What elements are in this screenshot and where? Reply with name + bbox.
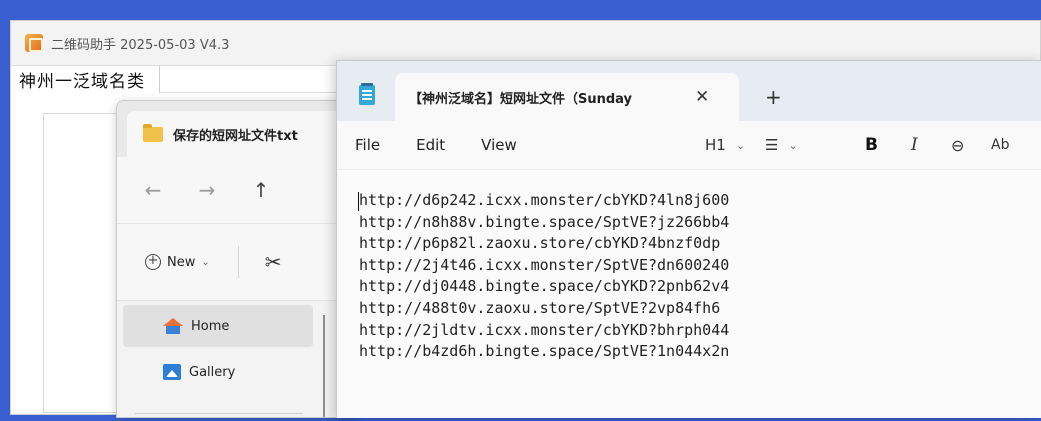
text-line: http://488t0v.zaoxu.store/SptVE?2vp84fh6: [359, 298, 721, 317]
sidebar-divider: [135, 413, 303, 414]
app-tab-label: 神州一泛域名类: [19, 72, 145, 92]
explorer-nav: ← → ↑: [117, 157, 355, 223]
explorer-tab[interactable]: 保存的短网址文件txt: [127, 111, 355, 157]
menu-view[interactable]: View: [481, 136, 517, 154]
list-icon: ☰: [765, 136, 779, 154]
text-line: http://n8h88v.bingte.space/SptVE?jz266bb…: [359, 212, 730, 231]
text-line: http://b4zd6h.bingte.space/SptVE?1n044x2…: [359, 342, 730, 361]
cut-icon[interactable]: ✂: [265, 250, 282, 274]
notepad-tabbar: 【神州泛域名】短网址文件（Sunday ✕ +: [337, 61, 1041, 121]
text-line: http://2jldtv.icxx.monster/cbYKD?bhrph04…: [359, 320, 730, 339]
notepad-window: 【神州泛域名】短网址文件（Sunday ✕ + File Edit View H…: [336, 60, 1041, 418]
italic-button[interactable]: I: [911, 121, 918, 169]
app-tab[interactable]: 神州一泛域名类: [11, 66, 160, 93]
chevron-down-icon: ⌄: [201, 256, 210, 268]
sidebar-item-gallery[interactable]: Gallery: [123, 351, 313, 393]
sidebar-item-label: Gallery: [189, 364, 236, 380]
heading-label: H1: [705, 136, 726, 154]
home-icon: [163, 318, 183, 334]
new-button[interactable]: + New ⌄: [139, 246, 216, 278]
app-title: 二维码助手 2025-05-03 V4.3: [51, 37, 230, 53]
folder-icon: [143, 123, 163, 142]
list-dropdown[interactable]: ☰ ⌄: [765, 121, 798, 169]
notepad-editor[interactable]: http://d6p242.icxx.monster/cbYKD?4ln8j60…: [337, 169, 1041, 418]
text-line: http://d6p242.icxx.monster/cbYKD?4ln8j60…: [359, 191, 730, 209]
command-separator: [237, 246, 239, 278]
sidebar-item-label: Home: [191, 318, 230, 334]
sidebar-scrollbar[interactable]: [323, 315, 325, 417]
notepad-app-icon: [359, 83, 375, 105]
chevron-down-icon: ⌄: [788, 138, 798, 152]
sidebar-item-home[interactable]: Home: [123, 305, 313, 347]
back-arrow-icon[interactable]: ←: [143, 178, 163, 202]
plus-circle-icon: +: [145, 254, 161, 270]
text-line: http://2j4t46.icxx.monster/SptVE?dn60024…: [359, 255, 730, 274]
text-line: http://dj0448.bingte.space/cbYKD?2pnb62v…: [359, 277, 730, 296]
app-titlebar[interactable]: 二维码助手 2025-05-03 V4.3: [11, 21, 1040, 65]
explorer-sidebar: Home Gallery: [117, 301, 355, 417]
close-icon[interactable]: ✕: [695, 87, 709, 107]
bold-button[interactable]: B: [865, 121, 878, 169]
app-logo-icon: [25, 34, 43, 52]
explorer-tab-label: 保存的短网址文件txt: [173, 128, 298, 144]
up-arrow-icon[interactable]: ↑: [251, 178, 271, 202]
file-explorer-window: 保存的短网址文件txt ← → ↑ + New ⌄ ✂ Home Gallery: [116, 100, 356, 418]
text-caret: [358, 192, 359, 211]
menu-file[interactable]: File: [355, 136, 380, 154]
notepad-tab-label: 【神州泛域名】短网址文件（Sunday: [409, 91, 633, 107]
spellcheck-icon[interactable]: Ab: [991, 121, 1009, 169]
text-line: http://p6p82l.zaoxu.store/cbYKD?4bnzf0dp: [359, 234, 721, 253]
heading-dropdown[interactable]: H1 ⌄: [705, 121, 745, 169]
gallery-icon: [163, 364, 181, 380]
new-button-label: New: [167, 254, 196, 270]
forward-arrow-icon[interactable]: →: [197, 178, 217, 202]
notepad-tab[interactable]: 【神州泛域名】短网址文件（Sunday ✕: [395, 73, 739, 121]
explorer-tabbar: 保存的短网址文件txt: [117, 101, 355, 157]
chevron-down-icon: ⌄: [735, 138, 746, 152]
new-tab-button[interactable]: +: [765, 85, 782, 109]
explorer-command-bar: + New ⌄ ✂: [117, 223, 355, 301]
link-icon[interactable]: ⊖: [951, 121, 964, 169]
menu-edit[interactable]: Edit: [416, 136, 445, 154]
notepad-menubar: File Edit View H1 ⌄ ☰ ⌄ B I ⊖ Ab: [337, 121, 1041, 169]
